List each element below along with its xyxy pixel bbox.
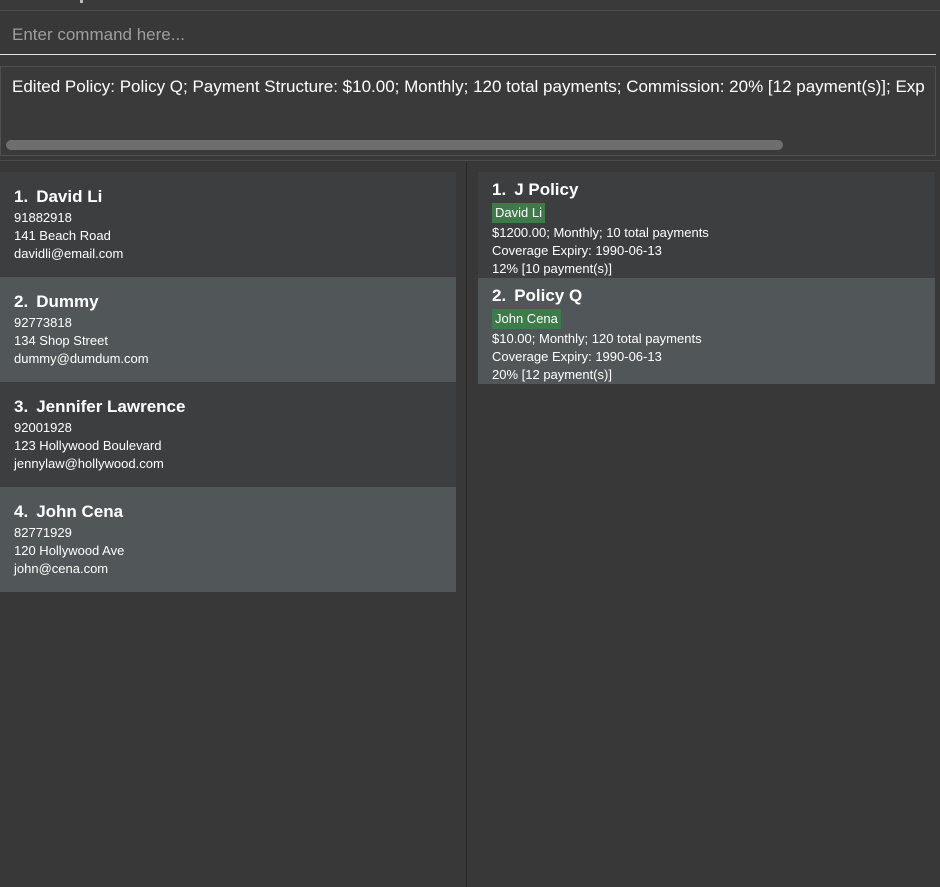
command-input[interactable]: [0, 19, 940, 51]
policy-expiry: Coverage Expiry: 1990-06-13: [492, 243, 662, 258]
result-display: Edited Policy: Policy Q; Payment Structu…: [0, 66, 936, 156]
person-index: 4.: [14, 502, 29, 521]
person-phone: 91882918: [14, 210, 72, 225]
person-card[interactable]: 1. David Li 91882918 141 Beach Road david…: [0, 172, 456, 277]
person-title: 1. David Li: [14, 186, 442, 208]
command-box: [0, 11, 940, 55]
client-tag: John Cena: [492, 309, 561, 329]
person-card[interactable]: 3. Jennifer Lawrence 92001928 123 Hollywo…: [0, 382, 456, 487]
policy-payment: $10.00; Monthly; 120 total payments: [492, 331, 702, 346]
policy-commission: 12% [10 payment(s)]: [492, 261, 612, 276]
policy-title: 1. J Policy: [492, 179, 921, 201]
person-address: 123 Hollywood Boulevard: [14, 438, 162, 453]
policy-expiry: Coverage Expiry: 1990-06-13: [492, 349, 662, 364]
person-email: john@cena.com: [14, 561, 109, 576]
policy-card[interactable]: 1. J Policy David Li $1200.00; Monthly; 1…: [478, 172, 935, 278]
policy-list: 1. J Policy David Li $1200.00; Monthly; 1…: [478, 172, 935, 384]
horizontal-scrollbar[interactable]: [6, 140, 783, 150]
person-title: 2. Dummy: [14, 291, 442, 313]
person-index: 2.: [14, 292, 29, 311]
person-name: Dummy: [36, 292, 99, 311]
person-email: jennylaw@hollywood.com: [14, 456, 164, 471]
policy-commission: 20% [12 payment(s)]: [492, 367, 612, 382]
policy-name: Policy Q: [514, 286, 583, 305]
person-name: David Li: [36, 187, 103, 206]
person-name: Jennifer Lawrence: [36, 397, 186, 416]
person-card[interactable]: 4. John Cena 82771929 120 Hollywood Ave j…: [0, 487, 456, 592]
policy-index: 2.: [492, 286, 507, 305]
menu-fragment: [80, 0, 83, 3]
policy-title: 2. Policy Q: [492, 285, 921, 307]
person-phone: 92773818: [14, 315, 72, 330]
client-tag: David Li: [492, 203, 545, 223]
person-title: 4. John Cena: [14, 501, 442, 523]
policy-name: J Policy: [514, 180, 579, 199]
person-title: 3. Jennifer Lawrence: [14, 396, 442, 418]
person-phone: 82771929: [14, 525, 72, 540]
menu-bar: [0, 0, 940, 11]
policy-payment: $1200.00; Monthly; 10 total payments: [492, 225, 709, 240]
person-address: 134 Shop Street: [14, 333, 108, 348]
person-phone: 92001928: [14, 420, 72, 435]
person-email: dummy@dumdum.com: [14, 351, 149, 366]
person-address: 141 Beach Road: [14, 228, 111, 243]
person-index: 1.: [14, 187, 29, 206]
person-email: davidli@email.com: [14, 246, 124, 261]
person-index: 3.: [14, 397, 29, 416]
panel-divider[interactable]: [466, 162, 467, 887]
person-card[interactable]: 2. Dummy 92773818 134 Shop Street dummy@d…: [0, 277, 456, 382]
policy-card[interactable]: 2. Policy Q John Cena $10.00; Monthly; 12…: [478, 278, 935, 384]
person-list: 1. David Li 91882918 141 Beach Road david…: [0, 172, 456, 592]
person-name: John Cena: [36, 502, 124, 521]
divider: [0, 160, 940, 161]
person-address: 120 Hollywood Ave: [14, 543, 125, 558]
policy-index: 1.: [492, 180, 507, 199]
app-window: Edited Policy: Policy Q; Payment Structu…: [0, 0, 940, 887]
result-text: Edited Policy: Policy Q; Payment Structu…: [12, 77, 925, 96]
